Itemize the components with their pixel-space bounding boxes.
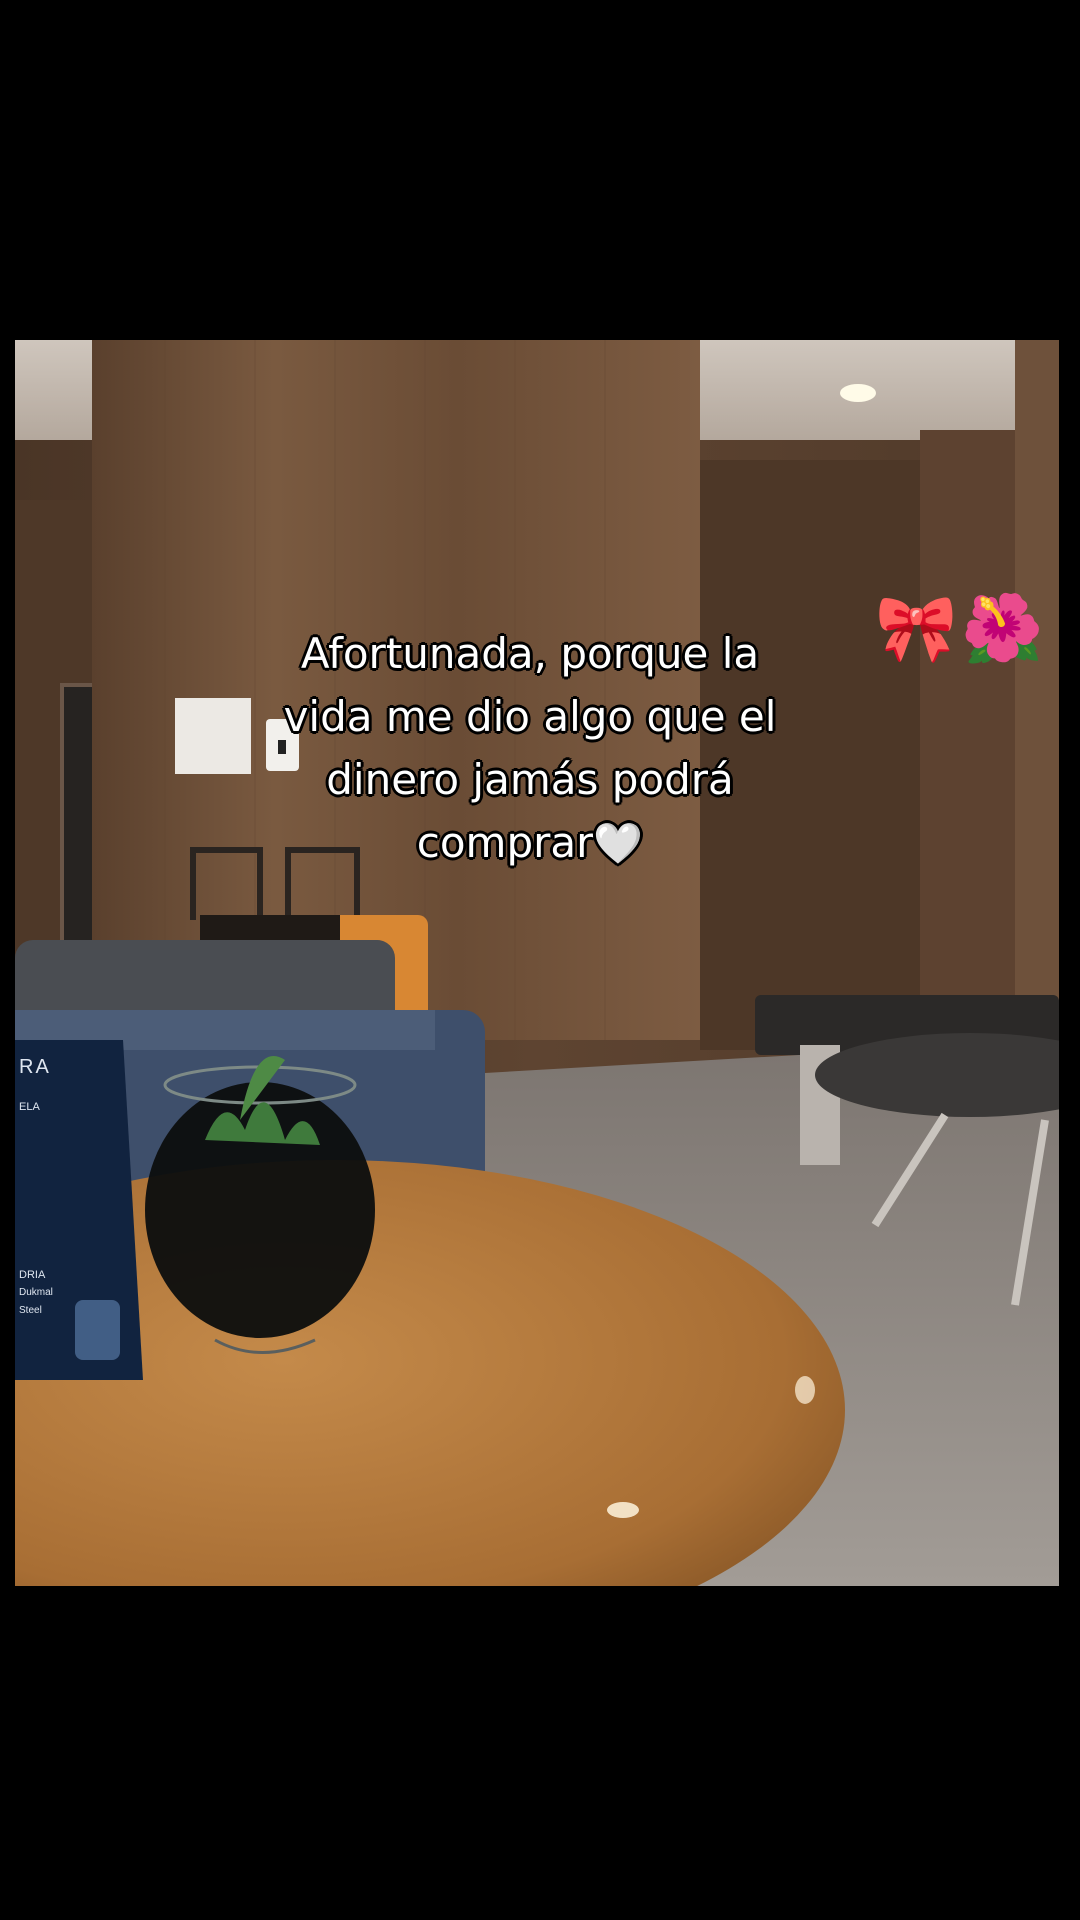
- tent-card-line-b: Dukmal: [19, 1287, 53, 1298]
- tent-card-line-c: Steel: [19, 1305, 42, 1316]
- hibiscus-emoji: 🌺: [961, 591, 1048, 665]
- white-heart-icon: 🤍: [593, 821, 644, 867]
- caption-line-3: dinero jamás podrá: [326, 755, 734, 804]
- lobby-scene: [15, 340, 1059, 1586]
- caption-word-comprar: comprar: [416, 818, 594, 867]
- caption-line-4: comprar🤍: [180, 811, 880, 876]
- emoji-stickers: 🎀🌺: [875, 590, 1047, 668]
- tent-card-brand: RA: [19, 1056, 51, 1078]
- tent-card-line-a: DRIA: [19, 1269, 46, 1281]
- caption-line-2: vida me dio algo que el: [283, 692, 777, 741]
- video-frame: RA ELA DRIA Dukmal Steel 🎀🌺: [15, 340, 1059, 1586]
- bow-emoji: 🎀: [875, 591, 962, 665]
- tent-card-sub: ELA: [19, 1101, 40, 1113]
- tent-card-text: RA ELA DRIA Dukmal Steel: [19, 1056, 119, 1320]
- video-caption: Afortunada, porque la vida me dio algo q…: [180, 622, 880, 876]
- caption-line-1: Afortunada, porque la: [300, 629, 760, 678]
